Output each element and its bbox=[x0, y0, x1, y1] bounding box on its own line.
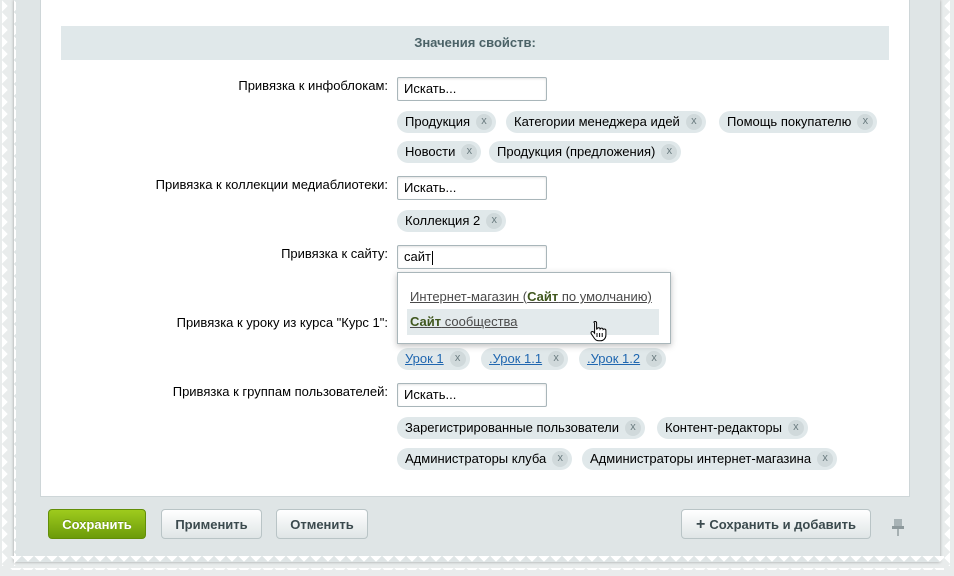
iblocks-label: Привязка к инфоблокам: bbox=[238, 78, 388, 93]
remove-icon[interactable]: x bbox=[685, 114, 702, 130]
groups-search-input[interactable]: Искать... bbox=[397, 383, 547, 407]
chip-lesson-1-1: .Урок 1.1 x bbox=[481, 348, 569, 370]
site-suggestions-dropdown: Интернет-магазин (Сайт по умолчанию) Сай… bbox=[397, 272, 671, 344]
chip-iblock-idea-categories: Категории менеджера идей x bbox=[506, 111, 706, 133]
media-search-input[interactable]: Искать... bbox=[397, 176, 547, 200]
save-button[interactable]: Сохранить bbox=[48, 509, 146, 539]
chip-group-registered: Зарегистрированные пользователи x bbox=[397, 417, 646, 439]
site-label: Привязка к сайту: bbox=[281, 246, 388, 261]
hand-cursor-icon bbox=[590, 320, 607, 342]
remove-icon[interactable]: x bbox=[449, 351, 466, 367]
chip-lesson-1: Урок 1x bbox=[397, 348, 470, 370]
properties-form: Значения свойств: Привязка к инфоблокам:… bbox=[40, 0, 910, 497]
chip-iblock-products: Продукция x bbox=[397, 111, 497, 133]
remove-icon[interactable]: x bbox=[552, 451, 569, 467]
remove-icon[interactable]: x bbox=[661, 144, 678, 160]
groups-label: Привязка к группам пользователей: bbox=[172, 384, 388, 399]
remove-icon[interactable]: x bbox=[646, 351, 663, 367]
chip-media-collection-2: Коллекция 2x bbox=[397, 210, 507, 232]
chip-group-content-editors: Контент-редакторы x bbox=[657, 417, 808, 439]
pin-icon[interactable] bbox=[890, 517, 906, 537]
remove-icon[interactable]: x bbox=[548, 351, 565, 367]
iblocks-search-input[interactable]: Искать... bbox=[397, 77, 547, 101]
cancel-button[interactable]: Отменить bbox=[276, 509, 368, 539]
lesson-label: Привязка к уроку из курса "Курс 1": bbox=[176, 315, 388, 330]
remove-icon[interactable]: x bbox=[787, 420, 804, 436]
remove-icon[interactable]: x bbox=[461, 144, 478, 160]
plus-icon: + bbox=[696, 516, 706, 533]
section-title: Значения свойств: bbox=[61, 26, 889, 60]
media-label: Привязка к коллекции медиаблиотеки: bbox=[155, 177, 388, 192]
apply-button[interactable]: Применить bbox=[161, 509, 262, 539]
save-and-add-button[interactable]: + Сохранить и добавить bbox=[681, 509, 871, 539]
suggestion-community-site[interactable]: Сайт сообщества bbox=[410, 310, 518, 334]
chip-iblock-news: Новости x bbox=[397, 141, 482, 163]
remove-icon[interactable]: x bbox=[476, 114, 493, 130]
site-search-input[interactable]: сайт bbox=[397, 245, 547, 269]
remove-icon[interactable]: x bbox=[857, 114, 874, 130]
chip-lesson-1-2: .Урок 1.2 x bbox=[579, 348, 667, 370]
torn-edge-left bbox=[2, 0, 16, 566]
chip-iblock-offers: Продукция (предложения) x bbox=[489, 141, 682, 163]
remove-icon[interactable]: x bbox=[625, 420, 642, 436]
remove-icon[interactable]: x bbox=[486, 213, 503, 229]
torn-edge-bottom bbox=[10, 556, 944, 570]
remove-icon[interactable]: x bbox=[817, 451, 834, 467]
chip-iblock-help: Помощь покупателю x bbox=[719, 111, 878, 133]
torn-edge-right bbox=[938, 0, 952, 566]
chip-group-club-admins: Администраторы клуба x bbox=[397, 448, 573, 470]
chip-group-shop-admins: Администраторы интернет-магазина x bbox=[582, 448, 838, 470]
suggestion-shop-default-site[interactable]: Интернет-магазин (Сайт по умолчанию) bbox=[410, 285, 652, 309]
text-caret bbox=[431, 250, 433, 265]
